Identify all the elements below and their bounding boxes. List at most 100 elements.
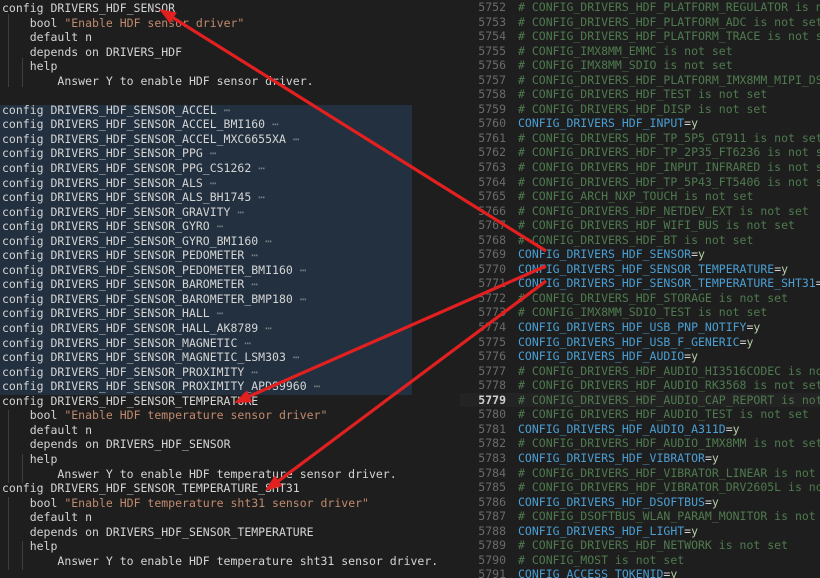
config-line[interactable]: 5762 # CONFIG_DRIVERS_HDF_TP_2P35_FT6236 … <box>460 145 820 160</box>
config-line[interactable]: 5765 # CONFIG_ARCH_NXP_TOUCH is not set <box>460 189 820 204</box>
code-token-kw: config <box>2 306 51 321</box>
code-token-kw: config <box>2 117 51 132</box>
config-line[interactable]: 5780 # CONFIG_DRIVERS_HDF_AUDIO_TEST is n… <box>460 407 820 422</box>
config-line-text: CONFIG_DRIVERS_HDF_DSOFTBUS=y <box>506 495 820 510</box>
config-line-active[interactable]: 5779 # CONFIG_DRIVERS_HDF_AUDIO_CAP_REPOR… <box>460 392 820 408</box>
config-line[interactable]: 5767 # CONFIG_DRIVERS_HDF_WIFI_BUS is not… <box>460 218 820 233</box>
generated-config-pane[interactable]: 5752 # CONFIG_DRIVERS_HDF_PLATFORM_REGULA… <box>460 0 820 578</box>
config-line[interactable]: 5766 # CONFIG_DRIVERS_HDF_NETDEV_EXT is n… <box>460 204 820 219</box>
code-token-ident: DRIVERS_HDF_SENSOR_BAROMETER_BMP180 <box>50 291 300 306</box>
config-line[interactable]: 5752 # CONFIG_DRIVERS_HDF_PLATFORM_REGULA… <box>460 0 820 15</box>
kconfig-line[interactable]: help <box>2 59 460 74</box>
kconfig-line[interactable]: config DRIVERS_HDF_SENSOR_ACCEL_BMI160 ⋯ <box>2 117 460 132</box>
kconfig-line[interactable]: config DRIVERS_HDF_SENSOR_GRAVITY ⋯ <box>2 205 460 220</box>
kconfig-source-pane[interactable]: config DRIVERS_HDF_SENSOR bool "Enable H… <box>0 0 460 578</box>
code-token-kw: depends on DRIVERS_HDF <box>29 44 183 59</box>
config-line[interactable]: 5774 CONFIG_DRIVERS_HDF_USB_PNP_NOTIFY=y <box>460 320 820 335</box>
kconfig-line[interactable]: config DRIVERS_HDF_SENSOR_PEDOMETER ⋯ <box>2 248 460 263</box>
kconfig-line[interactable]: bool "Enable HDF sensor driver" <box>2 16 460 31</box>
kconfig-line[interactable]: bool "Enable HDF temperature sht31 senso… <box>2 496 460 511</box>
code-token-ident: DRIVERS_HDF_SENSOR_PROXIMITY_APDS9960 <box>50 379 314 394</box>
config-line[interactable]: 5771 CONFIG_DRIVERS_HDF_SENSOR_TEMPERATUR… <box>460 276 820 291</box>
kconfig-code-lines[interactable]: config DRIVERS_HDF_SENSOR bool "Enable H… <box>0 0 460 568</box>
config-line[interactable]: 5754 # CONFIG_DRIVERS_HDF_PLATFORM_TRACE … <box>460 29 820 44</box>
config-line[interactable]: 5778 # CONFIG_DRIVERS_HDF_AUDIO_RK3568 is… <box>460 378 820 393</box>
kconfig-line[interactable]: config DRIVERS_HDF_SENSOR_PROXIMITY ⋯ <box>2 365 460 380</box>
kconfig-line[interactable]: depends on DRIVERS_HDF_SENSOR_TEMPERATUR… <box>2 525 460 540</box>
line-number: 5767 <box>478 218 506 233</box>
kconfig-line[interactable]: config DRIVERS_HDF_SENSOR_PROXIMITY_APDS… <box>2 379 460 394</box>
kconfig-line[interactable]: Answer Y to enable HDF temperature senso… <box>2 467 460 482</box>
config-line[interactable]: 5756 # CONFIG_IMX8MM_SDIO is not set <box>460 58 820 73</box>
kconfig-line[interactable]: config DRIVERS_HDF_SENSOR_TEMPERATURE_SH… <box>2 481 460 496</box>
line-number: 5779 <box>478 392 506 407</box>
kconfig-line[interactable]: Answer Y to enable HDF sensor driver. <box>2 74 460 89</box>
config-line[interactable]: 5773 # CONFIG_IMX8MM_SDIO_TEST is not set <box>460 305 820 320</box>
config-line[interactable]: 5783 CONFIG_DRIVERS_HDF_VIBRATOR=y <box>460 451 820 466</box>
kconfig-line[interactable]: config DRIVERS_HDF_SENSOR_PEDOMETER_BMI1… <box>2 263 460 278</box>
config-line[interactable]: 5781 CONFIG_DRIVERS_HDF_AUDIO_A311D=y <box>460 422 820 437</box>
kconfig-line[interactable]: default n <box>2 510 460 525</box>
config-line[interactable]: 5769 CONFIG_DRIVERS_HDF_SENSOR=y <box>460 247 820 262</box>
kconfig-line[interactable]: help <box>2 539 460 554</box>
config-line[interactable]: 5761 # CONFIG_DRIVERS_HDF_TP_5P5_GT911 is… <box>460 131 820 146</box>
config-output-lines[interactable]: 5752 # CONFIG_DRIVERS_HDF_PLATFORM_REGULA… <box>460 0 820 578</box>
kconfig-line[interactable]: config DRIVERS_HDF_SENSOR_PPG ⋯ <box>2 146 460 161</box>
config-line[interactable]: 5772 # CONFIG_DRIVERS_HDF_STORAGE is not … <box>460 291 820 306</box>
kconfig-line[interactable]: config DRIVERS_HDF_SENSOR_GYRO_BMI160 ⋯ <box>2 234 460 249</box>
config-line[interactable]: 5763 # CONFIG_DRIVERS_HDF_INPUT_INFRARED … <box>460 160 820 175</box>
config-line[interactable]: 5768 # CONFIG_DRIVERS_HDF_BT is not set <box>460 233 820 248</box>
comment-token: # CONFIG_IMX8MM_SDIO is not set <box>518 58 733 73</box>
config-line[interactable]: 5758 # CONFIG_DRIVERS_HDF_TEST is not set <box>460 87 820 102</box>
comment-token: # CONFIG_DRIVERS_HDF_VIBRATOR_DRV2605L i… <box>518 480 820 495</box>
config-line[interactable]: 5770 CONFIG_DRIVERS_HDF_SENSOR_TEMPERATUR… <box>460 262 820 277</box>
kconfig-line[interactable]: config DRIVERS_HDF_SENSOR_BAROMETER ⋯ <box>2 277 460 292</box>
config-line[interactable]: 5777 # CONFIG_DRIVERS_HDF_AUDIO_HI3516COD… <box>460 364 820 379</box>
kconfig-line[interactable]: Answer Y to enable HDF temperature sht31… <box>2 554 460 569</box>
config-line[interactable]: 5757 # CONFIG_DRIVERS_HDF_PLATFORM_IMX8MM… <box>460 73 820 88</box>
config-line[interactable]: 5786 CONFIG_DRIVERS_HDF_DSOFTBUS=y <box>460 495 820 510</box>
kconfig-line[interactable]: config DRIVERS_HDF_SENSOR_ALS ⋯ <box>2 176 460 191</box>
kconfig-line[interactable]: config DRIVERS_HDF_SENSOR_MAGNETIC ⋯ <box>2 336 460 351</box>
kconfig-line[interactable]: depends on DRIVERS_HDF <box>2 45 460 60</box>
equals-token: = <box>725 421 733 436</box>
kconfig-line[interactable]: config DRIVERS_HDF_SENSOR <box>2 1 460 16</box>
config-line[interactable]: 5791 CONFIG_ACCESS_TOKENID=y <box>460 567 820 578</box>
kconfig-line[interactable]: default n <box>2 423 460 438</box>
config-line[interactable]: 5755 # CONFIG_IMX8MM_EMMC is not set <box>460 44 820 59</box>
kconfig-line[interactable]: config DRIVERS_HDF_SENSOR_ACCEL ⋯ <box>2 103 460 118</box>
kconfig-line[interactable]: config DRIVERS_HDF_SENSOR_HALL ⋯ <box>2 306 460 321</box>
config-line[interactable]: 5787 # CONFIG_DSOFTBUS_WLAN_PARAM_MONITOR… <box>460 509 820 524</box>
config-line[interactable]: 5776 CONFIG_DRIVERS_HDF_AUDIO=y <box>460 349 820 364</box>
comment-token: # CONFIG_DRIVERS_HDF_NETWORK is not set <box>518 538 789 553</box>
config-line[interactable]: 5759 # CONFIG_DRIVERS_HDF_DISP is not set <box>460 102 820 117</box>
kconfig-line[interactable]: config DRIVERS_HDF_SENSOR_ALS_BH1745 ⋯ <box>2 190 460 205</box>
kconfig-line[interactable]: config DRIVERS_HDF_SENSOR_ACCEL_MXC6655X… <box>2 132 460 147</box>
config-line[interactable]: 5784 # CONFIG_DRIVERS_HDF_VIBRATOR_LINEAR… <box>460 466 820 481</box>
config-line[interactable]: 5789 # CONFIG_DRIVERS_HDF_NETWORK is not … <box>460 538 820 553</box>
kconfig-line[interactable]: config DRIVERS_HDF_SENSOR_BAROMETER_BMP1… <box>2 292 460 307</box>
kconfig-line[interactable]: bool "Enable HDF temperature sensor driv… <box>2 408 460 423</box>
code-token-kw: depends on DRIVERS_HDF_SENSOR_TEMPERATUR… <box>29 524 314 539</box>
config-line[interactable]: 5782 # CONFIG_DRIVERS_HDF_AUDIO_IMX8MM is… <box>460 436 820 451</box>
line-number: 5771 <box>478 276 506 291</box>
config-line[interactable]: 5753 # CONFIG_DRIVERS_HDF_PLATFORM_ADC is… <box>460 15 820 30</box>
kconfig-line[interactable]: config DRIVERS_HDF_SENSOR_TEMPERATURE <box>2 394 460 409</box>
config-line[interactable]: 5785 # CONFIG_DRIVERS_HDF_VIBRATOR_DRV260… <box>460 480 820 495</box>
kconfig-line[interactable]: help <box>2 452 460 467</box>
code-token-kw: Answer Y to enable HDF sensor driver. <box>57 73 314 88</box>
config-line[interactable]: 5788 CONFIG_DRIVERS_HDF_LIGHT=y <box>460 524 820 539</box>
kconfig-line[interactable]: config DRIVERS_HDF_SENSOR_HALL_AK8789 ⋯ <box>2 321 460 336</box>
kconfig-line[interactable]: config DRIVERS_HDF_SENSOR_MAGNETIC_LSM30… <box>2 350 460 365</box>
config-line-text: # CONFIG_IMX8MM_EMMC is not set <box>506 44 820 59</box>
config-line[interactable]: 5775 CONFIG_DRIVERS_HDF_USB_F_GENERIC=y <box>460 335 820 350</box>
kconfig-line[interactable]: depends on DRIVERS_HDF_SENSOR <box>2 437 460 452</box>
kconfig-line[interactable]: config DRIVERS_HDF_SENSOR_GYRO ⋯ <box>2 219 460 234</box>
kconfig-line[interactable]: default n <box>2 30 460 45</box>
config-line-text: # CONFIG_DRIVERS_HDF_AUDIO_TEST is not s… <box>506 407 820 422</box>
config-line[interactable]: 5760 CONFIG_DRIVERS_HDF_INPUT=y <box>460 116 820 131</box>
kconfig-line[interactable]: config DRIVERS_HDF_SENSOR_PPG_CS1262 ⋯ <box>2 161 460 176</box>
config-line[interactable]: 5790 # CONFIG_MOST is not set <box>460 553 820 568</box>
kconfig-line[interactable] <box>2 88 460 103</box>
config-line[interactable]: 5764 # CONFIG_DRIVERS_HDF_TP_5P43_FT5406 … <box>460 175 820 190</box>
